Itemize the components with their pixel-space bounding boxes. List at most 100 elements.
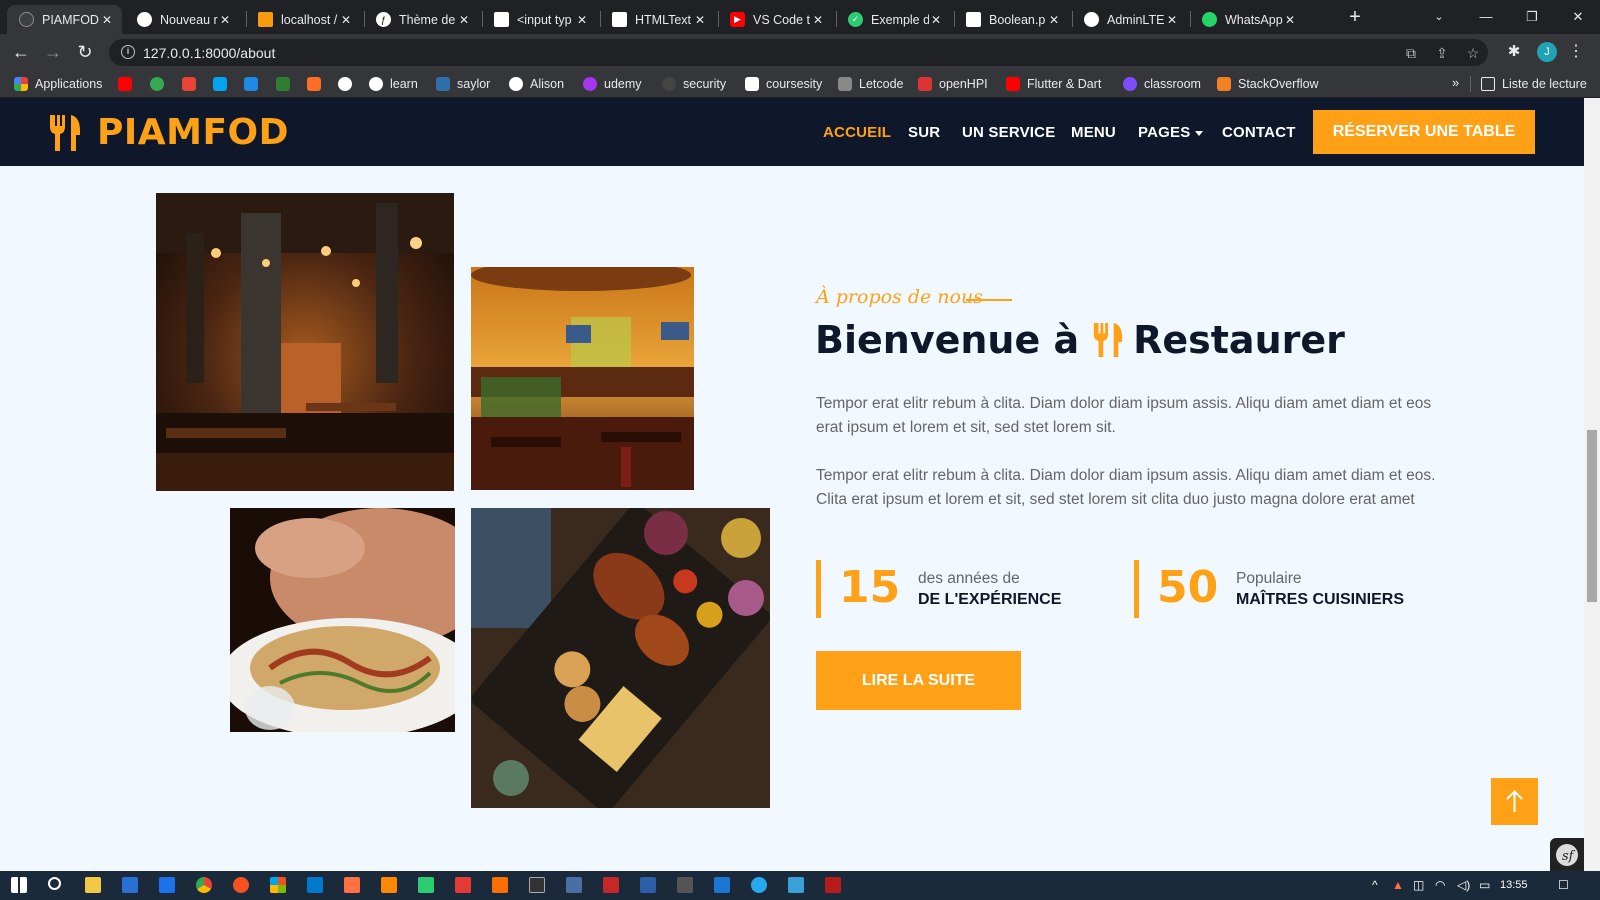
mail-icon[interactable] — [159, 877, 175, 893]
back-arrow-icon[interactable]: ← — [9, 40, 33, 64]
scrollbar-thumb[interactable] — [1587, 430, 1597, 602]
bookmark-flutter[interactable]: Flutter & Dart — [1006, 75, 1101, 93]
wifi-icon[interactable]: ◠ — [1435, 878, 1445, 892]
nav-accueil[interactable]: ACCUEIL — [823, 124, 891, 141]
share-icon[interactable]: ⇪ — [1433, 44, 1451, 62]
forward-arrow-icon[interactable]: → — [41, 40, 65, 64]
keyboard-icon[interactable] — [566, 877, 582, 893]
vlc-icon[interactable] — [381, 877, 397, 893]
menu-kebab-icon[interactable]: ⋮ — [1568, 41, 1584, 61]
tab-piamfod[interactable]: PIAMFOD ✕ — [7, 5, 122, 34]
notifications-icon[interactable]: ☐ — [1558, 878, 1569, 892]
tab-theme[interactable]: ƒ Thème de ✕ — [364, 5, 479, 34]
brand-logo[interactable]: PIAMFOD — [47, 112, 289, 153]
app-icon[interactable] — [418, 877, 434, 893]
tab-boolean[interactable]: Boolean.p ✕ — [954, 5, 1069, 34]
volume-icon[interactable]: ◁) — [1457, 878, 1470, 892]
close-icon[interactable]: ✕ — [1283, 13, 1297, 27]
close-icon[interactable]: ✕ — [100, 13, 114, 27]
bookmark-gmail[interactable] — [182, 75, 203, 93]
bookmark-saylor[interactable]: saylor — [436, 75, 490, 93]
reload-icon[interactable]: ↻ — [73, 40, 97, 64]
bookmark-openhpi[interactable]: openHPI — [918, 75, 988, 93]
bookmark-udemy[interactable]: udemy — [583, 75, 642, 93]
close-icon[interactable]: ✕ — [218, 13, 232, 27]
close-icon[interactable]: ✕ — [1047, 13, 1061, 27]
search-icon[interactable] — [48, 877, 61, 890]
bookmark-stackoverflow[interactable]: StackOverflow — [1217, 75, 1319, 93]
star-icon[interactable]: ☆ — [1464, 44, 1482, 62]
bookmark-letcode[interactable]: Letcode — [838, 75, 903, 93]
bookmark-youtube[interactable] — [118, 75, 139, 93]
reading-list[interactable]: Liste de lecture — [1481, 75, 1587, 93]
telegram-icon[interactable] — [751, 877, 767, 893]
tab-whatsapp[interactable]: WhatsApp ✕ — [1190, 5, 1305, 34]
tab-adminlte[interactable]: AdminLTE ✕ — [1072, 5, 1187, 34]
file-explorer-icon[interactable] — [85, 877, 101, 893]
bookmark-w[interactable] — [244, 75, 265, 93]
book-table-button[interactable]: RÉSERVER UNE TABLE — [1313, 110, 1535, 154]
tray-app-icon[interactable]: ◫ — [1413, 878, 1424, 892]
brand-name[interactable]: PIAMFOD — [97, 112, 289, 153]
filezilla-icon[interactable] — [603, 877, 619, 893]
nav-menu[interactable]: MENU — [1071, 124, 1116, 141]
bookmark-maps[interactable] — [150, 75, 171, 93]
tab-search-icon[interactable]: ⌄ — [1419, 4, 1459, 30]
tab-input-type[interactable]: <input typ ✕ — [482, 5, 597, 34]
close-icon[interactable]: ✕ — [929, 13, 943, 27]
bookmark-learn[interactable]: learn — [369, 75, 418, 93]
info-icon[interactable]: i — [121, 45, 135, 59]
chrome-icon[interactable] — [196, 877, 212, 893]
nav-service[interactable]: UN SERVICE — [962, 124, 1055, 141]
app-icon[interactable] — [233, 877, 249, 893]
app-icon[interactable] — [788, 877, 804, 893]
close-icon[interactable]: ✕ — [457, 13, 471, 27]
store-icon[interactable] — [122, 877, 138, 893]
tab-vscode[interactable]: ▶ VS Code t ✕ — [718, 5, 833, 34]
restore-button[interactable]: ❐ — [1512, 4, 1552, 30]
tab-nouveau[interactable]: Nouveau r ✕ — [125, 5, 240, 34]
bookmark-alison[interactable]: Alison — [509, 75, 564, 93]
app-icon[interactable] — [825, 877, 841, 893]
powershell-icon[interactable] — [640, 877, 656, 893]
tab-exemple[interactable]: ✓ Exemple d ✕ — [836, 5, 951, 34]
address-bar[interactable]: i 127.0.0.1:8000/about ⧉ ⇪ ☆ — [109, 39, 1488, 66]
extensions-icon[interactable]: ✱ — [1503, 41, 1525, 63]
vscode-icon[interactable] — [307, 877, 323, 893]
url-text[interactable]: 127.0.0.1:8000/about — [143, 45, 275, 61]
back-to-top-button[interactable] — [1491, 778, 1538, 825]
profile-avatar[interactable]: J — [1537, 42, 1557, 62]
bookmark-ms[interactable] — [213, 75, 234, 93]
bookmark-applications[interactable]: Applications — [14, 75, 102, 93]
new-tab-button[interactable]: + — [1343, 6, 1367, 30]
xampp-icon[interactable] — [344, 877, 360, 893]
tray-app-icon[interactable]: ▲ — [1392, 878, 1404, 892]
close-icon[interactable]: ✕ — [339, 13, 353, 27]
bookmark-classroom[interactable]: classroom — [1123, 75, 1201, 93]
battery-icon[interactable]: ▭ — [1479, 878, 1490, 892]
tab-localhost[interactable]: localhost / ✕ — [246, 5, 361, 34]
chevron-up-icon[interactable]: ^ — [1372, 878, 1378, 892]
windows-start-icon[interactable] — [11, 877, 27, 893]
bookmark-coursesity[interactable]: coursesity — [745, 75, 822, 93]
close-icon[interactable]: ✕ — [1165, 13, 1179, 27]
translate-icon[interactable]: ⧉ — [1402, 44, 1420, 62]
office-icon[interactable] — [270, 877, 286, 893]
clock[interactable]: 13:55 — [1500, 879, 1528, 891]
read-more-button[interactable]: LIRE LA SUITE — [816, 651, 1021, 710]
bookmark-gitlab[interactable] — [307, 75, 328, 93]
close-icon[interactable]: ✕ — [811, 13, 825, 27]
app-icon[interactable] — [677, 877, 693, 893]
close-icon[interactable]: ✕ — [693, 13, 707, 27]
nav-sur[interactable]: SUR — [908, 124, 940, 141]
app-icon[interactable] — [714, 877, 730, 893]
bookmark-r[interactable] — [276, 75, 297, 93]
tab-htmltext[interactable]: HTMLText ✕ — [600, 5, 715, 34]
terminal-icon[interactable] — [529, 877, 545, 893]
app-icon[interactable] — [492, 877, 508, 893]
bookmark-security[interactable]: security — [662, 75, 726, 93]
bookmark-globe[interactable] — [338, 75, 359, 93]
app-icon[interactable] — [455, 877, 471, 893]
chevron-right-icon[interactable]: » — [1452, 75, 1459, 90]
close-icon[interactable]: ✕ — [575, 13, 589, 27]
